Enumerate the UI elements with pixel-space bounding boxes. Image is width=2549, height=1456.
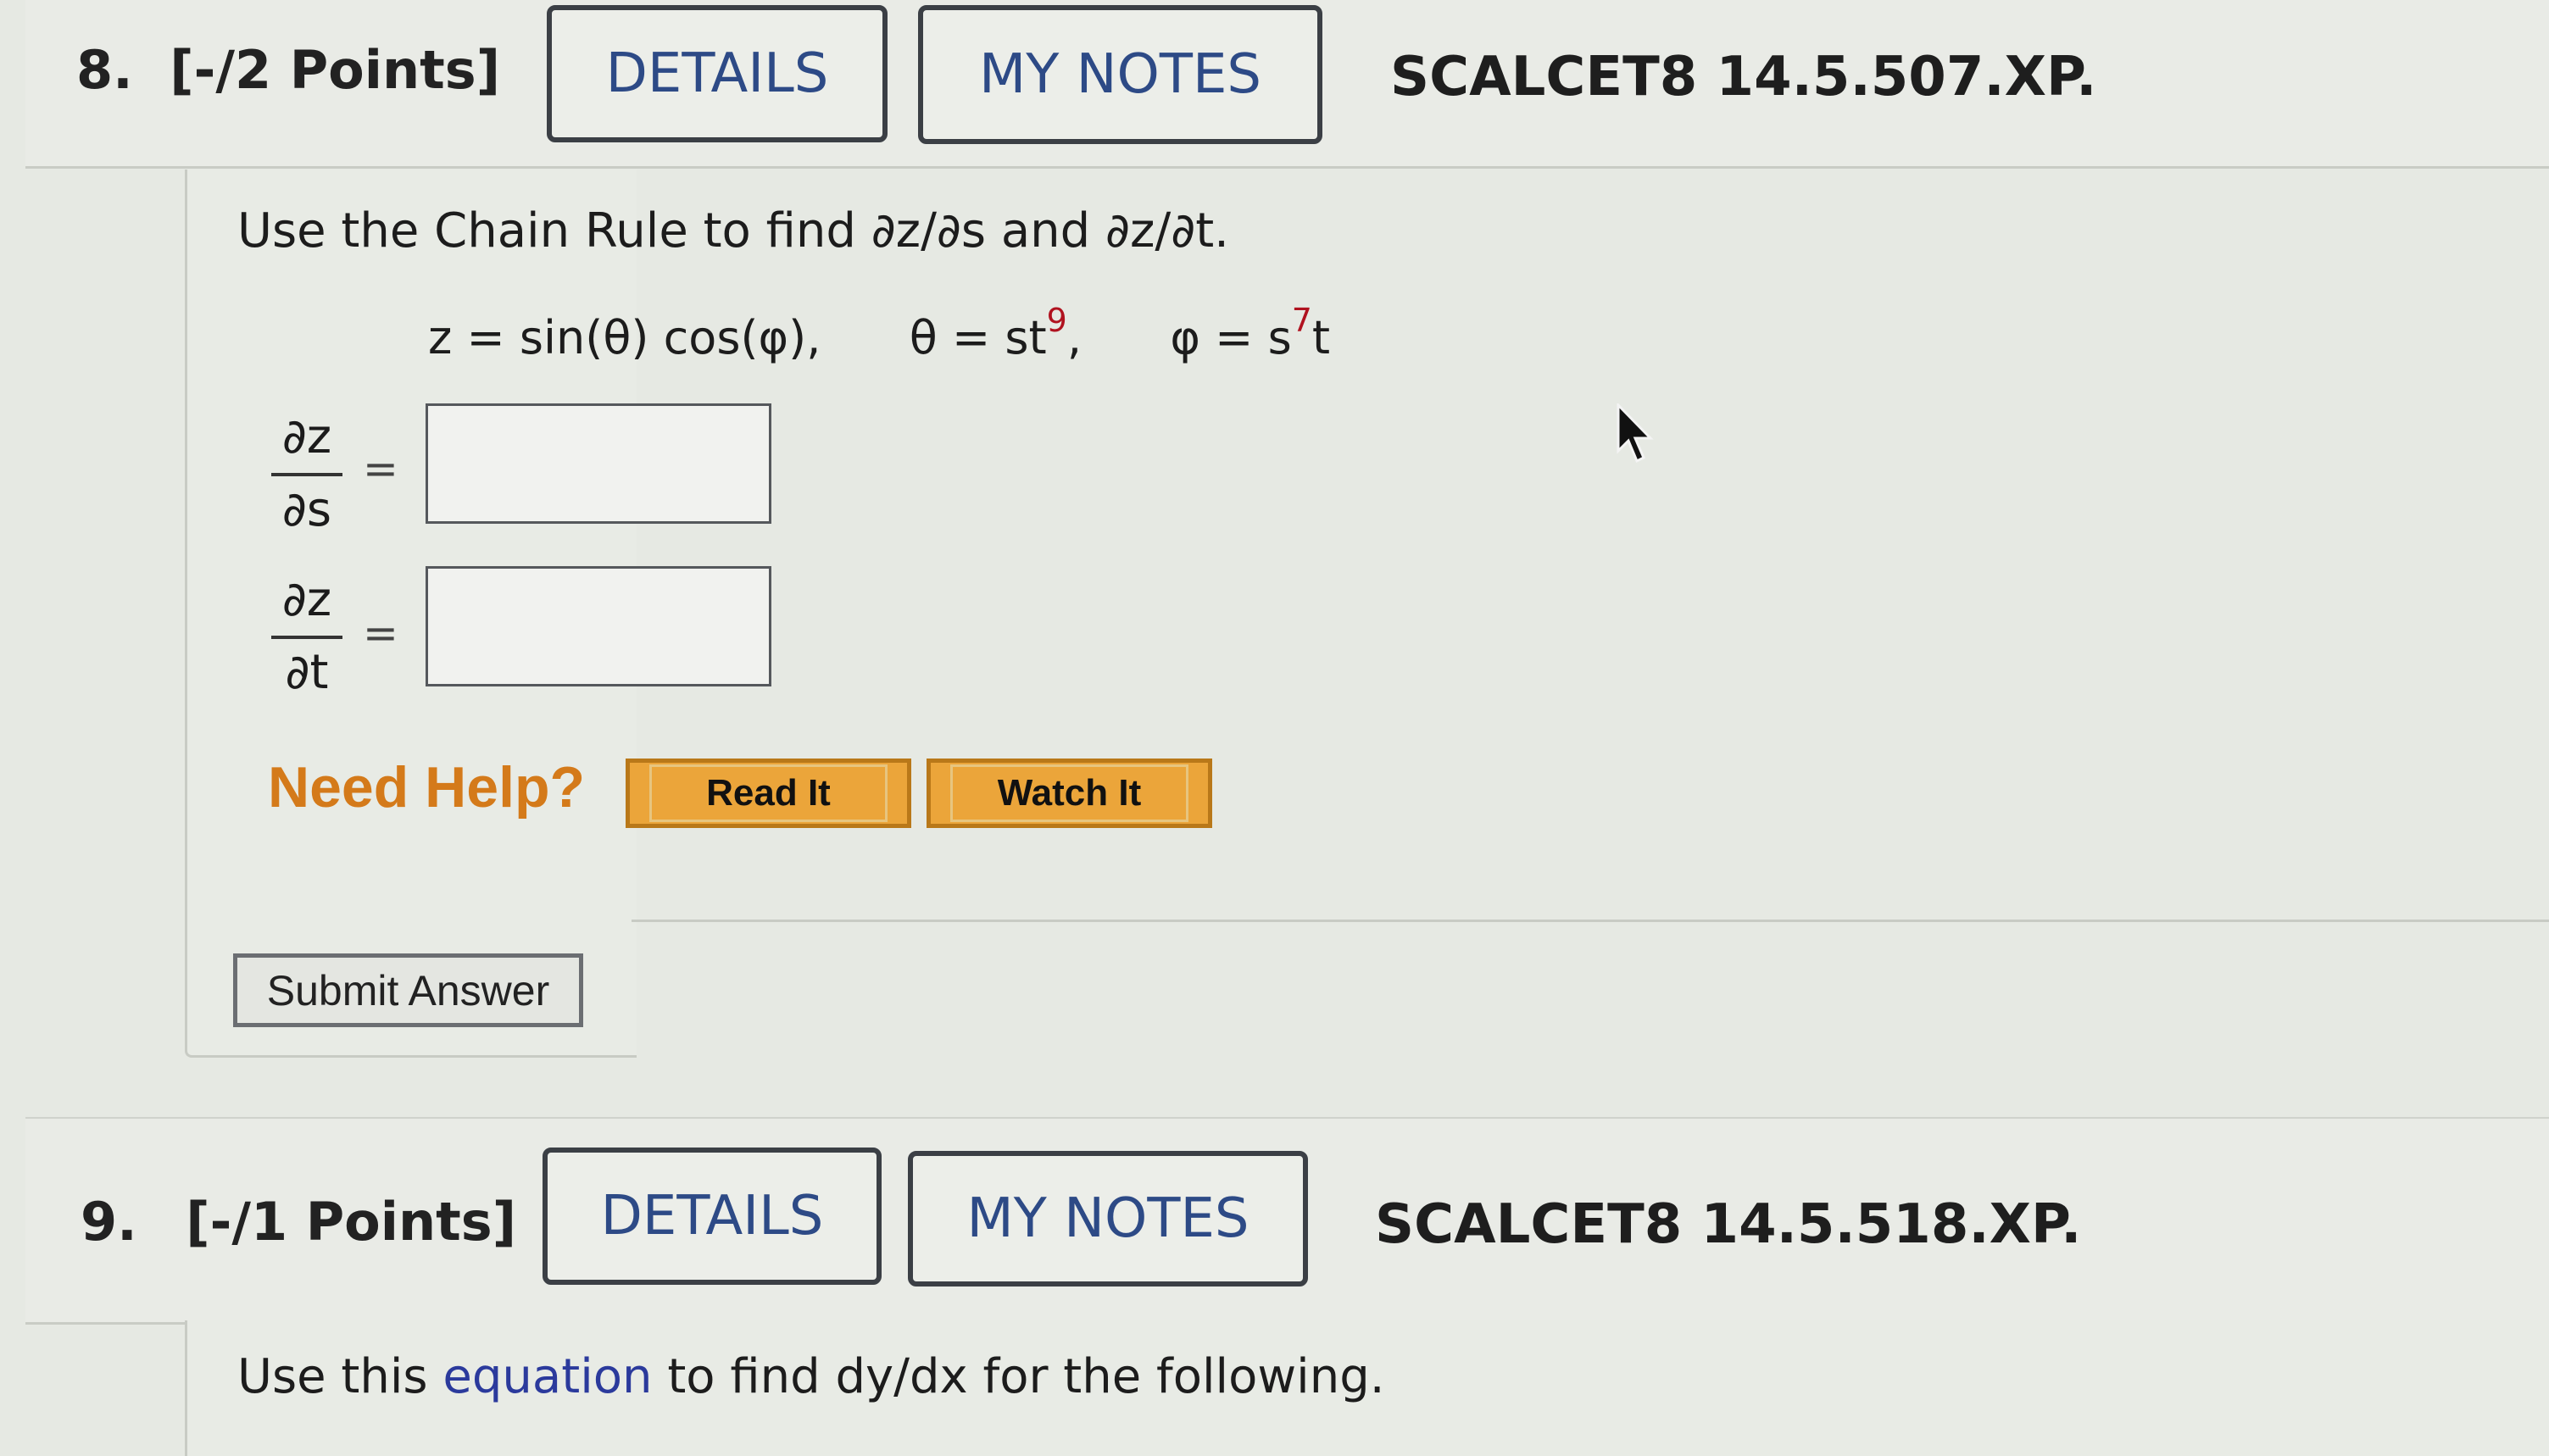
q8-submit-divider <box>632 920 2549 922</box>
q9-number-text: 9. <box>81 1191 137 1253</box>
q8-details-label: DETAILS <box>605 42 829 105</box>
q8-problem-code: SCALCET8 14.5.507.XP. <box>1390 46 2097 108</box>
eq-theta: θ = st9, <box>909 302 1082 364</box>
eq-z-part: z = sin(θ) cos(φ), <box>428 311 821 364</box>
q9-my-notes-button[interactable]: MY NOTES <box>908 1151 1308 1287</box>
q9-prompt: Use this equation to find dy/dx for the … <box>237 1349 1385 1404</box>
read-it-label: Read It <box>648 764 888 822</box>
submit-answer-button[interactable]: Submit Answer <box>233 953 583 1027</box>
q9-notes-label: MY NOTES <box>966 1187 1249 1250</box>
q8-notes-label: MY NOTES <box>978 43 1262 106</box>
mouse-pointer-icon <box>1615 402 1657 464</box>
dz-ds-fraction: ∂z ∂s <box>271 414 342 534</box>
q8-prompt: Use the Chain Rule to find ∂z/∂s and ∂z/… <box>237 203 1229 258</box>
read-it-button[interactable]: Read It <box>626 759 911 828</box>
q9-details-button[interactable]: DETAILS <box>543 1148 882 1285</box>
watch-it-label: Watch It <box>949 764 1189 822</box>
q9-number: 9. [-/1 Points] <box>81 1191 516 1253</box>
dz-dt-answer-input[interactable] <box>426 566 771 686</box>
dz-ds-equals: = <box>363 444 398 493</box>
q9-prompt-post: to find dy/dx for the following. <box>667 1349 1385 1404</box>
q8-number-text: 8. <box>76 39 133 101</box>
dz-dt-equals: = <box>363 609 398 658</box>
q9-problem-code: SCALCET8 14.5.518.XP. <box>1375 1193 2082 1256</box>
dz-ds-denominator: ∂s <box>281 482 332 537</box>
eq-phi-exponent: 7 <box>1291 302 1312 339</box>
watch-it-button[interactable]: Watch It <box>927 759 1212 828</box>
dz-ds-answer-input[interactable] <box>426 403 771 524</box>
submit-answer-label: Submit Answer <box>266 966 550 1014</box>
eq-phi-tail: t <box>1311 311 1331 364</box>
q8-details-button[interactable]: DETAILS <box>547 5 888 142</box>
q9-details-label: DETAILS <box>600 1185 824 1248</box>
need-help-label: Need Help? <box>268 755 586 820</box>
dz-ds-numerator: ∂z <box>281 409 332 464</box>
eq-theta-tail: , <box>1066 311 1082 364</box>
dz-dt-denominator: ∂t <box>285 645 329 700</box>
equation-link[interactable]: equation <box>442 1349 652 1404</box>
fraction-bar <box>271 636 342 639</box>
q8-points: [-/2 Points] <box>170 39 501 101</box>
eq-theta-exponent: 9 <box>1046 302 1067 339</box>
dz-dt-fraction: ∂z ∂t <box>271 576 342 697</box>
eq-theta-lhs: θ = st <box>909 311 1047 364</box>
eq-phi: φ = s7t <box>1170 302 1331 364</box>
eq-phi-lhs: φ = s <box>1170 311 1292 364</box>
dz-dt-numerator: ∂z <box>281 572 332 627</box>
q8-number: 8. [-/2 Points] <box>76 39 500 101</box>
q8-equation: z = sin(θ) cos(φ), θ = st9, φ = s7t <box>428 302 1330 364</box>
q8-my-notes-button[interactable]: MY NOTES <box>918 5 1322 144</box>
fraction-bar <box>271 473 342 476</box>
q9-prompt-pre: Use this <box>237 1349 428 1404</box>
q9-points: [-/1 Points] <box>186 1191 517 1253</box>
